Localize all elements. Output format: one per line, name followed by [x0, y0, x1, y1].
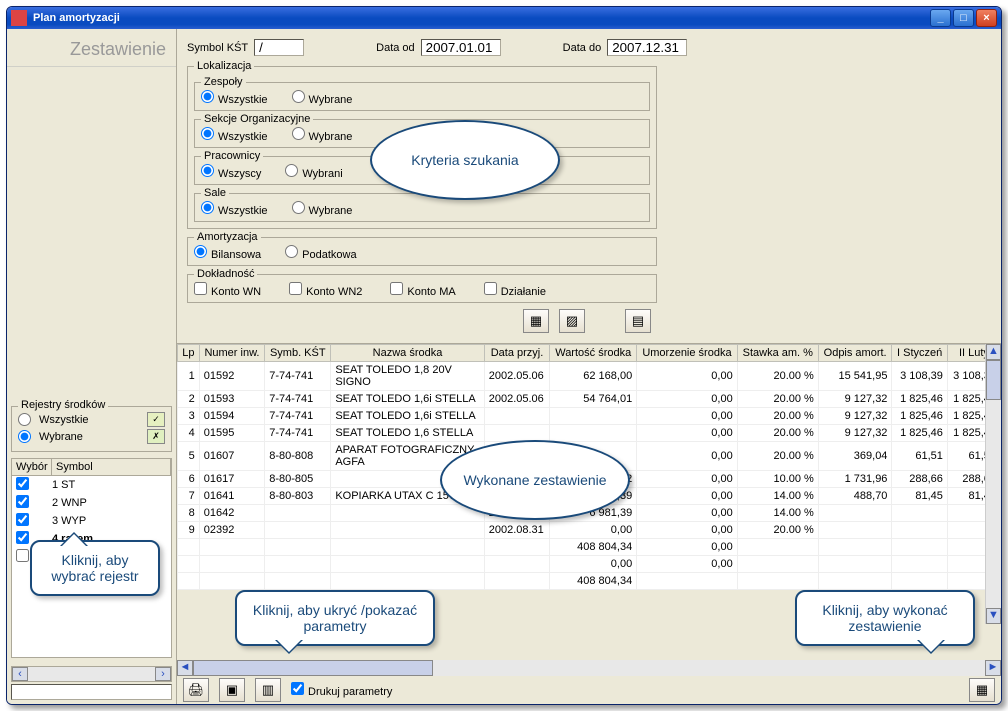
- callout-kryteria: Kryteria szukania: [370, 120, 560, 200]
- sekcje-legend: Sekcje Organizacyjne: [201, 113, 313, 125]
- table-row[interactable]: 408 804,340,002: [178, 539, 1001, 556]
- amort-legend: Amortyzacja: [194, 231, 261, 243]
- rej-all-radio[interactable]: Wszystkie: [18, 413, 89, 426]
- table-row[interactable]: 3015947-74-741SEAT TOLEDO 1,6i STELLA0,0…: [178, 408, 1001, 425]
- col-header[interactable]: Nazwa środka: [331, 345, 484, 362]
- action-btn-3[interactable]: ▤: [625, 309, 651, 333]
- col-symbol: Symbol: [52, 459, 171, 475]
- rej-sel-radio[interactable]: Wybrane: [18, 430, 83, 443]
- col-header[interactable]: I Styczeń: [892, 345, 947, 362]
- execute-icon[interactable]: ▦: [969, 678, 995, 702]
- page-title: Zestawienie: [7, 29, 176, 67]
- callout-wybrac: Kliknij, aby wybrać rejestr: [30, 540, 160, 596]
- rejestry-legend: Rejestry środków: [18, 399, 108, 411]
- table-row[interactable]: 1015927-74-741SEAT TOLEDO 1,8 20V SIGNO2…: [178, 362, 1001, 391]
- titlebar[interactable]: Plan amortyzacji _ □ ×: [7, 7, 1001, 29]
- callout-wykonane: Wykonane zestawienie: [440, 440, 630, 520]
- params-panel: Symbol KŚT Data od Data do Lokalizacja Z…: [177, 29, 1001, 343]
- col-header[interactable]: Odpis amort.: [818, 345, 892, 362]
- prac-sel[interactable]: Wybrani: [285, 164, 342, 180]
- v-scrollbar[interactable]: ▲ ▼: [985, 344, 1001, 624]
- amort-bil[interactable]: Bilansowa: [194, 245, 261, 261]
- chk-dzialanie[interactable]: Działanie: [484, 282, 546, 298]
- col-header[interactable]: Lp: [178, 345, 200, 362]
- chk-kontown2[interactable]: Konto WN2: [289, 282, 362, 298]
- table-row[interactable]: 0,000,001: [178, 556, 1001, 573]
- col-header[interactable]: Numer inw.: [199, 345, 264, 362]
- zesp-sel[interactable]: Wybrane: [292, 90, 353, 106]
- print-icon[interactable]: 🖨: [183, 678, 209, 702]
- toggle-params-icon[interactable]: ▥: [255, 678, 281, 702]
- amort-pod[interactable]: Podatkowa: [285, 245, 356, 261]
- rej-x-icon[interactable]: ✗: [147, 429, 165, 444]
- table-row[interactable]: 4015957-74-741SEAT TOLEDO 1,6 STELLA0,00…: [178, 425, 1001, 442]
- app-icon: [11, 10, 27, 26]
- col-wybor: Wybór: [12, 459, 52, 475]
- date-to-label: Data do: [563, 42, 602, 54]
- amort-group: Amortyzacja Bilansowa Podatkowa: [187, 231, 657, 266]
- export-icon[interactable]: ▣: [219, 678, 245, 702]
- sale-sel[interactable]: Wybrane: [292, 201, 353, 217]
- bottom-toolbar: 🖨 ▣ ▥ Drukuj parametry ▦: [177, 676, 1001, 704]
- col-header[interactable]: Stawka am. %: [737, 345, 818, 362]
- col-header[interactable]: Data przyj.: [484, 345, 550, 362]
- sale-all[interactable]: Wszystkie: [201, 201, 268, 217]
- sek-sel[interactable]: Wybrane: [292, 127, 353, 143]
- close-button[interactable]: ×: [976, 9, 997, 27]
- callout-ukryc: Kliknij, aby ukryć /pokazać parametry: [235, 590, 435, 646]
- rejestry-group: Rejestry środków Wszystkie ✓ Wybrane ✗: [11, 406, 172, 452]
- dokl-legend: Dokładność: [194, 268, 257, 280]
- action-btn-2[interactable]: ▨: [559, 309, 585, 333]
- left-input[interactable]: [11, 684, 172, 700]
- callout-wykonac: Kliknij, aby wykonać zestawienie: [795, 590, 975, 646]
- table-row[interactable]: 2015937-74-741SEAT TOLEDO 1,6i STELLA200…: [178, 391, 1001, 408]
- prac-legend: Pracownicy: [201, 150, 263, 162]
- table-row[interactable]: 9023922002.08.310,000,0020.00 %: [178, 522, 1001, 539]
- zespoly-legend: Zespoły: [201, 76, 246, 88]
- symbol-label: Symbol KŚT: [187, 42, 248, 54]
- rej-check-icon[interactable]: ✓: [147, 412, 165, 427]
- date-to-input[interactable]: [607, 39, 687, 56]
- col-header[interactable]: Umorzenie środka: [637, 345, 738, 362]
- chk-kontoma[interactable]: Konto MA: [390, 282, 455, 298]
- zespoly-group: Zespoły Wszystkie Wybrane: [194, 76, 650, 111]
- list-item[interactable]: 2 WNP: [12, 494, 171, 512]
- dokl-group: Dokładność Konto WN Konto WN2 Konto MA D…: [187, 268, 657, 303]
- window-title: Plan amortyzacji: [33, 12, 928, 24]
- lok-legend: Lokalizacja: [194, 60, 254, 72]
- chk-kontown[interactable]: Konto WN: [194, 282, 261, 298]
- symbol-input[interactable]: [254, 39, 304, 56]
- date-from-label: Data od: [376, 42, 415, 54]
- left-h-scroll[interactable]: ‹›: [11, 666, 172, 682]
- action-btn-1[interactable]: ▦: [523, 309, 549, 333]
- sek-all[interactable]: Wszystkie: [201, 127, 268, 143]
- table-row[interactable]: 408 804,342: [178, 573, 1001, 590]
- sale-legend: Sale: [201, 187, 229, 199]
- list-item[interactable]: 3 WYP: [12, 512, 171, 530]
- col-header[interactable]: Symb. KŚT: [265, 345, 331, 362]
- prac-all[interactable]: Wszyscy: [201, 164, 261, 180]
- zesp-all[interactable]: Wszystkie: [201, 90, 268, 106]
- maximize-button[interactable]: □: [953, 9, 974, 27]
- list-item[interactable]: 1 ST: [12, 476, 171, 494]
- date-from-input[interactable]: [421, 39, 501, 56]
- print-params-check[interactable]: Drukuj parametry: [291, 682, 392, 698]
- left-pane: Zestawienie Rejestry środków Wszystkie ✓…: [7, 29, 177, 704]
- col-header[interactable]: Wartość środka: [550, 345, 637, 362]
- minimize-button[interactable]: _: [930, 9, 951, 27]
